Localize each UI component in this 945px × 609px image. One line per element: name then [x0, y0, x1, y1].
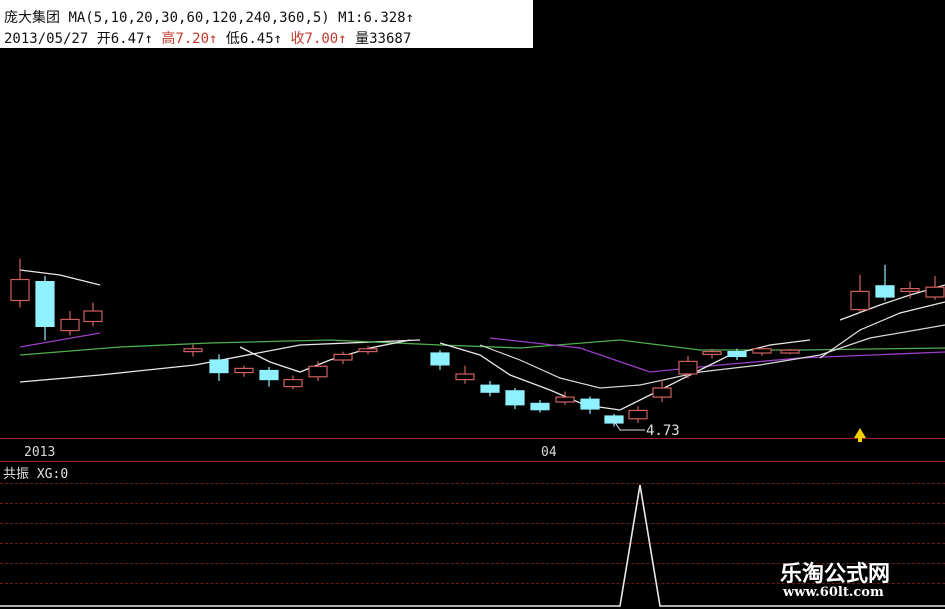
candle-body: [209, 359, 229, 374]
event-marker-icon: [854, 428, 866, 442]
candle-body: [555, 396, 575, 403]
candle-body: [850, 290, 870, 311]
kline-chart[interactable]: 4.73: [0, 0, 945, 609]
candle-body: [183, 348, 203, 353]
candle-body: [10, 278, 30, 302]
candle-body: [234, 367, 254, 374]
candle-body: [780, 349, 800, 354]
candle-body: [358, 348, 378, 353]
candle-body: [455, 373, 475, 381]
candle-body: [628, 409, 648, 420]
candle-body: [480, 384, 500, 393]
candle-body: [752, 348, 772, 354]
candle-body: [727, 351, 747, 358]
candle-body: [259, 369, 279, 381]
candle-body: [678, 360, 698, 375]
candle-body: [875, 285, 895, 298]
candle-body: [333, 353, 353, 361]
candle-body: [60, 318, 80, 332]
candle-body: [505, 390, 525, 406]
watermark-name: 乐淘公式网: [780, 562, 891, 587]
candle-body: [283, 379, 303, 388]
candle-body: [604, 415, 624, 424]
candlesticks: [10, 258, 945, 427]
ma-line-white: [19, 269, 101, 286]
candle-body: [308, 365, 328, 378]
candle-body: [580, 398, 600, 410]
candle-body: [35, 281, 55, 328]
candle-body: [900, 288, 920, 293]
candle-body: [652, 387, 672, 398]
candle-body: [83, 310, 103, 323]
low-marker-value: 4.73: [646, 423, 680, 439]
watermark-url: www.60lt.com: [783, 585, 884, 600]
ma-line-purple: [19, 332, 101, 348]
candle-body: [530, 402, 550, 411]
ma-line-green: [19, 339, 945, 356]
candle-body: [925, 286, 945, 298]
candle-body: [430, 352, 450, 366]
candle-body: [702, 351, 722, 356]
